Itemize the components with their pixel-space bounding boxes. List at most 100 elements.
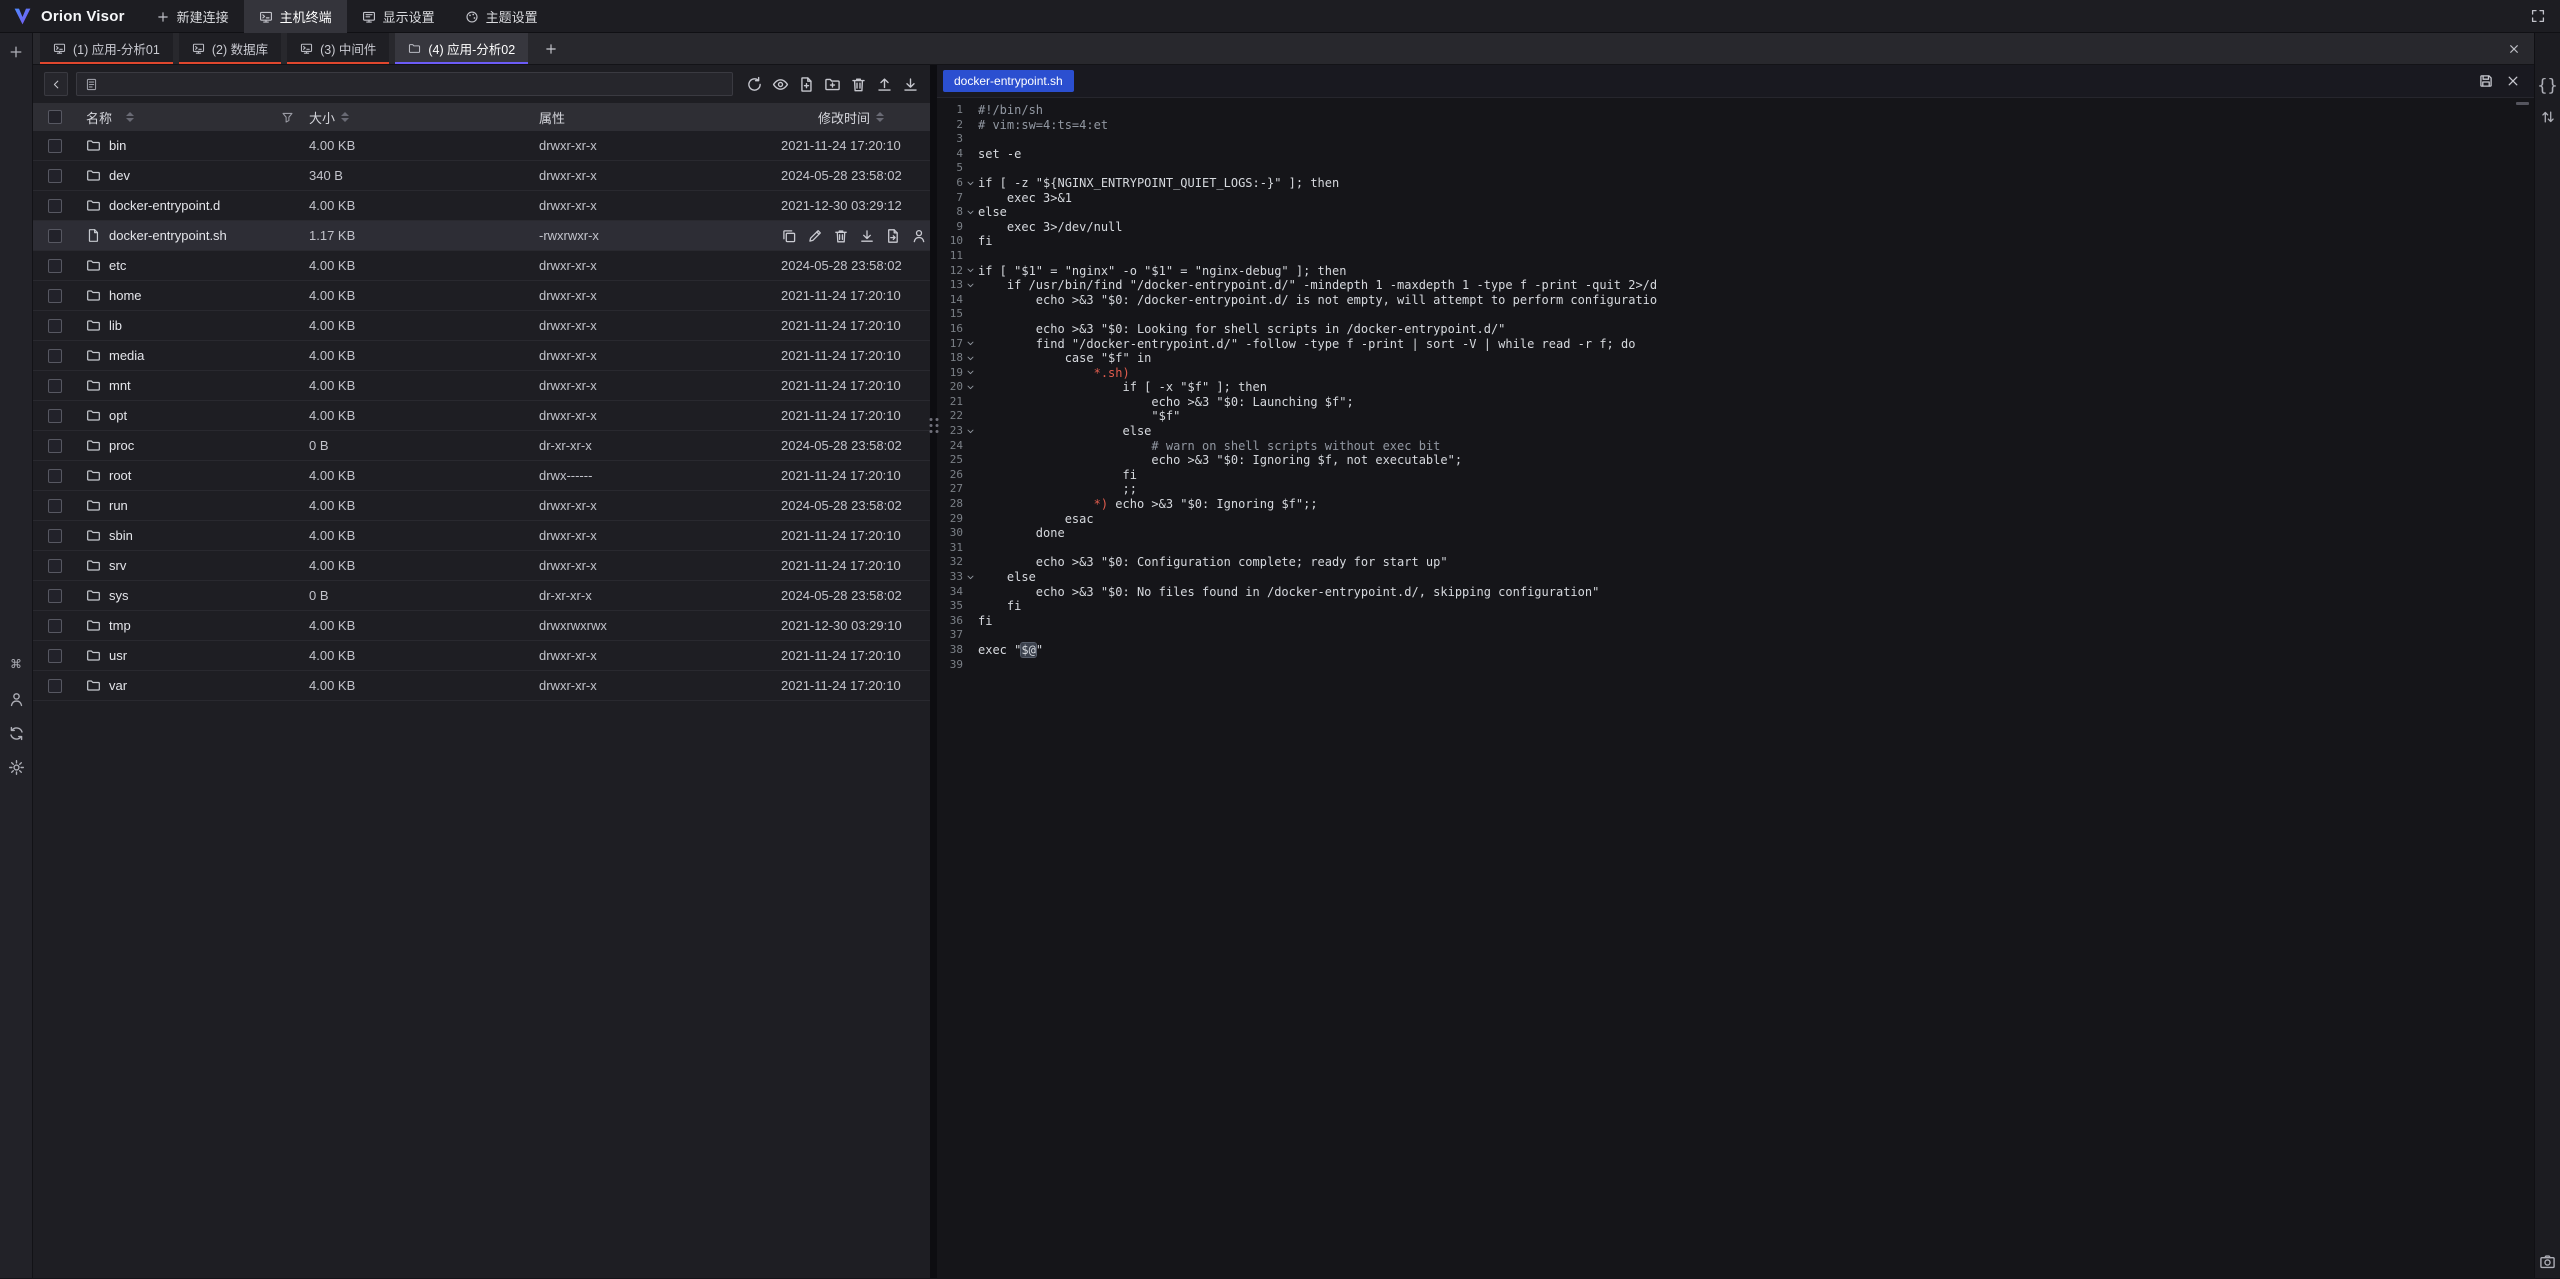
row-checkbox[interactable] xyxy=(48,619,62,633)
eye-button[interactable] xyxy=(772,76,789,93)
table-row[interactable]: etc4.00 KBdrwxr-xr-x2024-05-28 23:58:02 xyxy=(33,251,930,281)
fold-chevron-icon[interactable] xyxy=(963,278,978,293)
editor-file-tab[interactable]: docker-entrypoint.sh xyxy=(943,70,1074,92)
fold-chevron-icon[interactable] xyxy=(963,205,978,220)
session-tab[interactable]: (2) 数据库 xyxy=(179,33,281,64)
row-action-chmod[interactable] xyxy=(911,228,927,244)
topbar-menu-item[interactable]: 主机终端 xyxy=(244,0,347,33)
braces-icon[interactable]: {} xyxy=(2539,77,2557,95)
fold-gutter xyxy=(963,585,978,600)
folder-plus-button[interactable] xyxy=(824,76,841,93)
table-row[interactable]: run4.00 KBdrwxr-xr-x2024-05-28 23:58:02 xyxy=(33,491,930,521)
sort-carets[interactable] xyxy=(341,112,349,122)
line-number: 15 xyxy=(937,307,963,322)
row-checkbox[interactable] xyxy=(48,289,62,303)
row-checkbox[interactable] xyxy=(48,229,62,243)
row-action-delete[interactable] xyxy=(833,228,849,244)
row-checkbox[interactable] xyxy=(48,139,62,153)
filter-button[interactable] xyxy=(281,111,294,124)
table-row[interactable]: home4.00 KBdrwxr-xr-x2021-11-24 17:20:10 xyxy=(33,281,930,311)
download-button[interactable] xyxy=(902,76,919,93)
fold-chevron-icon[interactable] xyxy=(963,380,978,395)
sort-carets[interactable] xyxy=(876,112,884,122)
code-line: 23 else xyxy=(937,424,2534,439)
editor-close-button[interactable] xyxy=(2505,73,2521,89)
row-checkbox[interactable] xyxy=(48,589,62,603)
table-row[interactable]: opt4.00 KBdrwxr-xr-x2021-11-24 17:20:10 xyxy=(33,401,930,431)
row-checkbox[interactable] xyxy=(48,379,62,393)
table-row[interactable]: bin4.00 KBdrwxr-xr-x2021-11-24 17:20:10 xyxy=(33,131,930,161)
row-checkbox[interactable] xyxy=(48,559,62,573)
trash-button[interactable] xyxy=(850,76,867,93)
new-session-button[interactable] xyxy=(6,42,26,62)
topbar-menu-item[interactable]: 新建连接 xyxy=(141,0,244,33)
row-checkbox[interactable] xyxy=(48,259,62,273)
row-action-edit[interactable] xyxy=(807,228,823,244)
row-checkbox[interactable] xyxy=(48,349,62,363)
fold-chevron-icon[interactable] xyxy=(963,351,978,366)
table-row[interactable]: dev340 Bdrwxr-xr-x2024-05-28 23:58:02 xyxy=(33,161,930,191)
topbar-menu-item[interactable]: 主题设置 xyxy=(450,0,553,33)
row-checkbox[interactable] xyxy=(48,499,62,513)
table-row[interactable]: docker-entrypoint.sh1.17 KB-rwxrwxr-x xyxy=(33,221,930,251)
swap-vertical-icon[interactable] xyxy=(2539,108,2557,126)
row-action-move[interactable] xyxy=(885,228,901,244)
close-panel-button[interactable] xyxy=(2502,37,2526,61)
table-row[interactable]: mnt4.00 KBdrwxr-xr-x2021-11-24 17:20:10 xyxy=(33,371,930,401)
table-row[interactable]: media4.00 KBdrwxr-xr-x2021-11-24 17:20:1… xyxy=(33,341,930,371)
row-checkbox[interactable] xyxy=(48,469,62,483)
row-checkbox[interactable] xyxy=(48,319,62,333)
table-row[interactable]: proc0 Bdr-xr-xr-x2024-05-28 23:58:02 xyxy=(33,431,930,461)
command-icon[interactable]: ⌘ xyxy=(6,655,26,675)
fold-chevron-icon[interactable] xyxy=(963,337,978,352)
session-tab[interactable]: (1) 应用-分析01 xyxy=(40,33,173,64)
path-input[interactable] xyxy=(76,72,733,96)
row-action-download[interactable] xyxy=(859,228,875,244)
fold-chevron-icon[interactable] xyxy=(963,176,978,191)
table-row[interactable]: srv4.00 KBdrwxr-xr-x2021-11-24 17:20:10 xyxy=(33,551,930,581)
refresh-button[interactable] xyxy=(746,76,763,93)
user-icon[interactable] xyxy=(6,689,26,709)
table-row[interactable]: tmp4.00 KBdrwxrwxrwx2021-12-30 03:29:10 xyxy=(33,611,930,641)
fold-gutter xyxy=(963,468,978,483)
row-checkbox[interactable] xyxy=(48,679,62,693)
row-checkbox[interactable] xyxy=(48,409,62,423)
row-checkbox[interactable] xyxy=(48,649,62,663)
file-plus-button[interactable] xyxy=(798,76,815,93)
fold-chevron-icon[interactable] xyxy=(963,570,978,585)
upload-button[interactable] xyxy=(876,76,893,93)
table-row[interactable]: usr4.00 KBdrwxr-xr-x2021-11-24 17:20:10 xyxy=(33,641,930,671)
fullscreen-button[interactable] xyxy=(2525,3,2551,29)
row-checkbox[interactable] xyxy=(48,199,62,213)
table-row[interactable]: var4.00 KBdrwxr-xr-x2021-11-24 17:20:10 xyxy=(33,671,930,701)
table-row[interactable]: sys0 Bdr-xr-xr-x2024-05-28 23:58:02 xyxy=(33,581,930,611)
fold-chevron-icon[interactable] xyxy=(963,366,978,381)
settings-icon[interactable] xyxy=(6,757,26,777)
back-button[interactable] xyxy=(44,72,68,96)
table-row[interactable]: root4.00 KBdrwx------2021-11-24 17:20:10 xyxy=(33,461,930,491)
topbar-menu-item[interactable]: 显示设置 xyxy=(347,0,450,33)
table-row[interactable]: sbin4.00 KBdrwxr-xr-x2021-11-24 17:20:10 xyxy=(33,521,930,551)
fold-chevron-icon[interactable] xyxy=(963,424,978,439)
fold-chevron-icon[interactable] xyxy=(963,264,978,279)
row-checkbox[interactable] xyxy=(48,439,62,453)
table-row[interactable]: lib4.00 KBdrwxr-xr-x2021-11-24 17:20:10 xyxy=(33,311,930,341)
panel-resize-handle[interactable] xyxy=(930,65,937,1278)
file-size: 4.00 KB xyxy=(301,468,531,483)
editor-scrollbar-thumb[interactable] xyxy=(2516,102,2529,105)
session-tab[interactable]: (3) 中间件 xyxy=(287,33,389,64)
row-checkbox[interactable] xyxy=(48,529,62,543)
sort-carets[interactable] xyxy=(126,112,134,122)
screenshot-button[interactable] xyxy=(2539,1252,2557,1270)
save-button[interactable] xyxy=(2478,73,2494,89)
session-tab[interactable]: (4) 应用-分析02 xyxy=(395,33,528,64)
select-all-checkbox[interactable] xyxy=(48,110,62,124)
file-attr: drwxr-xr-x xyxy=(531,288,781,303)
add-tab-button[interactable] xyxy=(534,33,568,64)
fold-gutter xyxy=(963,599,978,614)
table-row[interactable]: docker-entrypoint.d4.00 KBdrwxr-xr-x2021… xyxy=(33,191,930,221)
row-action-copy[interactable] xyxy=(781,228,797,244)
sync-icon[interactable] xyxy=(6,723,26,743)
row-checkbox[interactable] xyxy=(48,169,62,183)
path-bookmark-icon[interactable] xyxy=(85,78,98,91)
